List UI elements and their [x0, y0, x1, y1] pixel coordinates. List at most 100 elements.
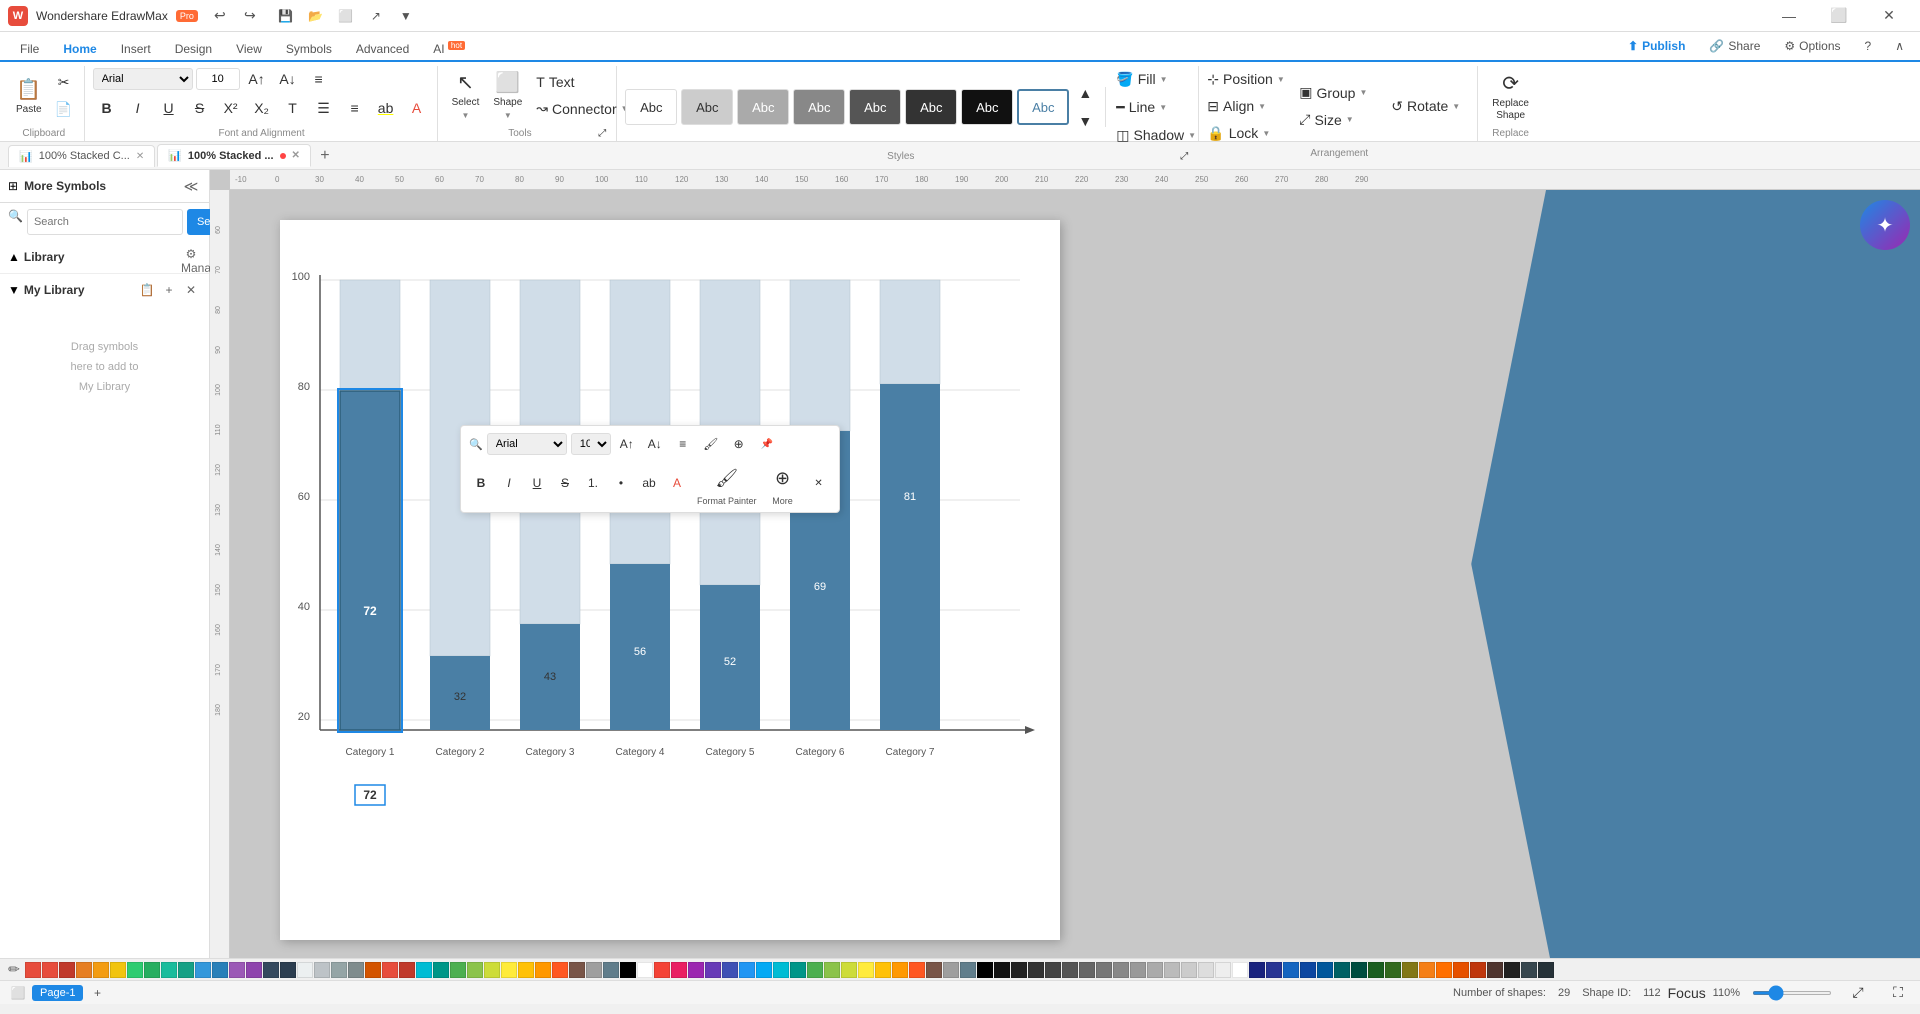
zoom-slider[interactable]	[1752, 991, 1832, 995]
color-swatch[interactable]	[654, 962, 670, 978]
color-swatch[interactable]	[1402, 962, 1418, 978]
copy-button[interactable]: 📄	[50, 97, 78, 123]
color-swatch[interactable]	[1113, 962, 1129, 978]
color-swatch[interactable]	[1232, 962, 1248, 978]
ai-avatar[interactable]: ✦	[1860, 200, 1910, 250]
color-swatch[interactable]	[399, 962, 415, 978]
color-swatch[interactable]	[1215, 962, 1231, 978]
select-button[interactable]: ↖ Select ▼	[446, 67, 486, 123]
styles-down-button[interactable]: ▼	[1071, 108, 1099, 134]
color-swatch[interactable]	[773, 962, 789, 978]
color-swatch[interactable]	[178, 962, 194, 978]
color-swatch[interactable]	[943, 962, 959, 978]
color-swatch[interactable]	[1487, 962, 1503, 978]
undo-button[interactable]: ↩	[206, 2, 234, 30]
my-library-add-button[interactable]: +	[159, 280, 179, 300]
tools-expand-button[interactable]: ⤢	[594, 125, 610, 141]
float-format-painter[interactable]: 🖌	[699, 432, 723, 456]
ordered-list-button[interactable]: ≡	[341, 95, 369, 121]
template-button[interactable]: ⬜	[332, 2, 360, 30]
color-swatch[interactable]	[552, 962, 568, 978]
connector-button[interactable]: ↝ Connector ▼	[530, 96, 610, 122]
color-swatch[interactable]	[739, 962, 755, 978]
lock-button[interactable]: 🔒 Lock ▼	[1207, 120, 1297, 146]
color-swatch[interactable]	[416, 962, 432, 978]
color-swatch[interactable]	[127, 962, 143, 978]
float-unordered-list[interactable]: •	[609, 471, 633, 495]
tab-file[interactable]: File	[8, 38, 51, 62]
highlight-button[interactable]: ab	[372, 95, 400, 121]
float-pin-button[interactable]: 📌	[755, 432, 779, 456]
tab-ai[interactable]: AI hot	[421, 37, 477, 62]
float-underline[interactable]: U	[525, 471, 549, 495]
canvas-area[interactable]: -10 0 30 40 50 60 70 80 90 100 110 120 1…	[210, 170, 1920, 958]
color-swatch[interactable]	[110, 962, 126, 978]
color-swatch[interactable]	[824, 962, 840, 978]
float-italic[interactable]: I	[497, 471, 521, 495]
float-bold[interactable]: B	[469, 471, 493, 495]
bold-button[interactable]: B	[93, 95, 121, 121]
color-swatch[interactable]	[1419, 962, 1435, 978]
tab-2-close[interactable]: ✕	[292, 150, 300, 161]
size-button[interactable]: ⤢ Size ▼	[1299, 107, 1389, 133]
replace-shape-button[interactable]: ⟳ ReplaceShape	[1486, 68, 1535, 124]
panel-collapse-button[interactable]: ≪	[181, 176, 201, 196]
paste-button[interactable]: 📋 Paste	[10, 68, 48, 124]
tab-advanced[interactable]: Advanced	[344, 38, 421, 62]
share-quick-button[interactable]: ↗	[362, 2, 390, 30]
color-swatch[interactable]	[1283, 962, 1299, 978]
decrease-font-button[interactable]: A↓	[274, 66, 302, 92]
library-header[interactable]: ▲ Library ⚙ Manage	[8, 247, 201, 267]
color-swatch[interactable]	[501, 962, 517, 978]
color-swatch[interactable]	[263, 962, 279, 978]
help-button[interactable]: ?	[1857, 36, 1880, 56]
publish-button[interactable]: ⬆ Publish	[1620, 36, 1693, 56]
collapse-ribbon-button[interactable]: ∧	[1887, 36, 1912, 56]
color-swatch[interactable]	[1147, 962, 1163, 978]
color-swatch[interactable]	[195, 962, 211, 978]
color-swatch[interactable]	[42, 962, 58, 978]
float-size-select[interactable]: 10	[571, 433, 611, 455]
color-swatch[interactable]	[25, 962, 41, 978]
color-swatch[interactable]	[1521, 962, 1537, 978]
color-swatch[interactable]	[688, 962, 704, 978]
superscript-button[interactable]: X²	[217, 95, 245, 121]
color-swatch[interactable]	[212, 962, 228, 978]
color-swatch[interactable]	[1317, 962, 1333, 978]
tab-1-close[interactable]: ✕	[136, 151, 144, 162]
color-swatch[interactable]	[671, 962, 687, 978]
style-2[interactable]: Abc	[681, 89, 733, 125]
color-swatch[interactable]	[144, 962, 160, 978]
color-swatch[interactable]	[1028, 962, 1044, 978]
color-swatch[interactable]	[1011, 962, 1027, 978]
chart-paper[interactable]: 100 80 60 40 20	[280, 220, 1060, 940]
float-increase-font[interactable]: A↑	[615, 432, 639, 456]
manage-button[interactable]: ⚙ Manage	[181, 247, 201, 267]
open-button[interactable]: 📂	[302, 2, 330, 30]
strikethrough-button[interactable]: S	[186, 95, 214, 121]
color-swatch[interactable]	[926, 962, 942, 978]
rotate-button[interactable]: ↺ Rotate ▼	[1391, 93, 1471, 119]
color-swatch[interactable]	[161, 962, 177, 978]
increase-font-button[interactable]: A↑	[243, 66, 271, 92]
italic-button[interactable]: I	[124, 95, 152, 121]
share-button[interactable]: 🔗 Share	[1701, 36, 1768, 56]
color-swatch[interactable]	[960, 962, 976, 978]
text-button[interactable]: T Text	[530, 69, 610, 95]
color-swatch[interactable]	[586, 962, 602, 978]
color-swatch[interactable]	[1538, 962, 1554, 978]
color-swatch[interactable]	[1368, 962, 1384, 978]
save-button[interactable]: 💾	[272, 2, 300, 30]
color-swatch[interactable]	[535, 962, 551, 978]
tab-design[interactable]: Design	[163, 38, 224, 62]
color-swatch[interactable]	[637, 962, 653, 978]
color-swatch[interactable]	[807, 962, 823, 978]
styles-up-button[interactable]: ▲	[1071, 80, 1099, 106]
format-painter-button[interactable]: 🖌	[709, 460, 745, 496]
color-swatch[interactable]	[994, 962, 1010, 978]
tab-symbols[interactable]: Symbols	[274, 38, 344, 62]
color-swatch[interactable]	[1164, 962, 1180, 978]
color-swatch[interactable]	[1198, 962, 1214, 978]
color-swatch[interactable]	[620, 962, 636, 978]
color-swatch[interactable]	[705, 962, 721, 978]
